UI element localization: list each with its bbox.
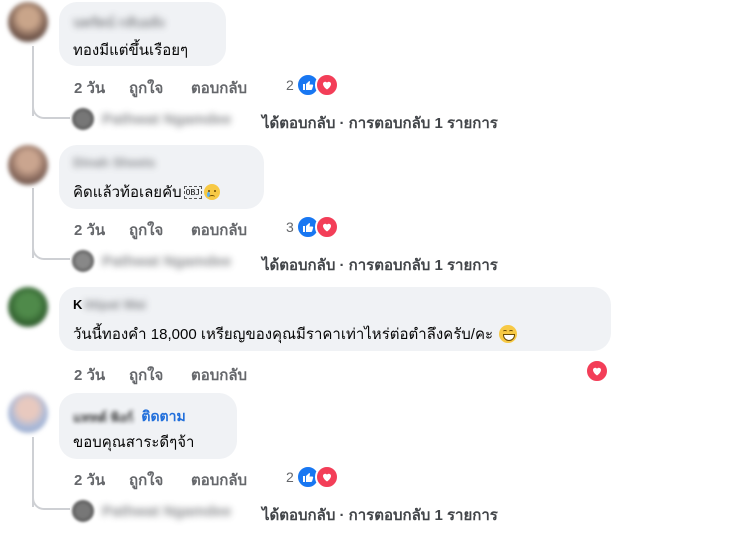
commenter-name[interactable]: แททต์ พิงก์ [73,407,133,428]
thread-curve [32,236,70,260]
thread-curve [32,486,70,510]
like-button[interactable]: ถูกใจ [129,363,163,387]
reply-avatar[interactable] [72,108,94,130]
commenter-header: แททต์ พิงก์ ติดตาม [73,406,186,428]
reaction-summary[interactable]: 2 [286,465,339,489]
reply-author[interactable]: Pathwat Ngamdee [102,503,231,520]
commenter-name-initial: K [73,297,83,312]
love-reaction-icon [314,73,339,97]
view-replies-link[interactable]: ได้ตอบกลับ · การตอบกลับ 1 รายการ [262,253,498,277]
commenter-name[interactable]: K ittipat Wai [73,297,146,312]
comment-text-row: วันนี้ทองคำ 18,000 เหรียญของคุณมีราคาเท่… [73,322,518,346]
love-reaction-icon [314,465,339,489]
reaction-summary[interactable]: 3 [286,215,339,239]
thread-curve [32,95,70,119]
missing-glyph-box: OBJ [183,185,203,199]
comment-time[interactable]: 2 วัน [74,468,105,492]
comment-bubble: แททต์ พิงก์ ติดตาม ขอบคุณสาระดีๆจ้า [59,393,237,459]
reaction-summary[interactable]: 2 [286,73,339,97]
reply-author[interactable]: Pathwat Ngamdee [102,111,231,128]
follow-button[interactable]: ติดตาม [141,406,185,428]
reply-button[interactable]: ตอบกลับ [191,218,247,242]
like-button[interactable]: ถูกใจ [129,218,163,242]
comment-text-row: คิดแล้วท้อเลยคับ OBJ [73,180,221,204]
love-reaction-icon [585,359,609,383]
reply-avatar[interactable] [72,500,94,522]
reply-avatar[interactable] [72,250,94,272]
view-replies-link[interactable]: ได้ตอบกลับ · การตอบกลับ 1 รายการ [262,503,498,527]
sad-face-icon [204,184,221,200]
avatar[interactable] [8,2,48,42]
commenter-name-rest: ittipat Wai [84,297,147,312]
commenter-name[interactable]: Dinah Sheets [73,155,155,170]
comment-time[interactable]: 2 วัน [74,363,105,387]
reply-button[interactable]: ตอบกลับ [191,363,247,387]
avatar[interactable] [8,287,48,327]
reaction-count: 2 [286,469,294,485]
comment-text: คิดแล้วท้อเลยคับ [73,184,182,201]
comment-text: ทองมีแต่ขึ้นเรือยๆ [73,42,189,59]
like-button[interactable]: ถูกใจ [129,76,163,100]
avatar[interactable] [8,145,48,185]
comment-time[interactable]: 2 วัน [74,76,105,100]
view-replies-link[interactable]: ได้ตอบกลับ · การตอบกลับ 1 รายการ [262,111,498,135]
comment-text: ขอบคุณสาระดีๆจ้า [73,434,195,451]
comment-time[interactable]: 2 วัน [74,218,105,242]
avatar[interactable] [8,393,48,433]
reply-button[interactable]: ตอบกลับ [191,468,247,492]
like-button[interactable]: ถูกใจ [129,468,163,492]
reaction-count: 3 [286,219,294,235]
comment-bubble: นพรัตน์ กลับอลัง ทองมีแต่ขึ้นเรือยๆ [59,2,226,66]
comment-text: วันนี้ทองคำ 18,000 เหรียญของคุณมีราคาเท่… [73,326,494,343]
reaction-count: 2 [286,77,294,93]
love-reaction-icon [314,215,339,239]
reaction-summary[interactable] [585,359,609,383]
reply-button[interactable]: ตอบกลับ [191,76,247,100]
comment-bubble: K ittipat Wai วันนี้ทองคำ 18,000 เหรียญข… [59,287,611,351]
commenter-name[interactable]: นพรัตน์ กลับอลัง [73,12,165,33]
grin-face-icon [499,325,518,343]
reply-author[interactable]: Pathwat Ngamdee [102,253,231,270]
comment-bubble: Dinah Sheets คิดแล้วท้อเลยคับ OBJ [59,145,264,209]
